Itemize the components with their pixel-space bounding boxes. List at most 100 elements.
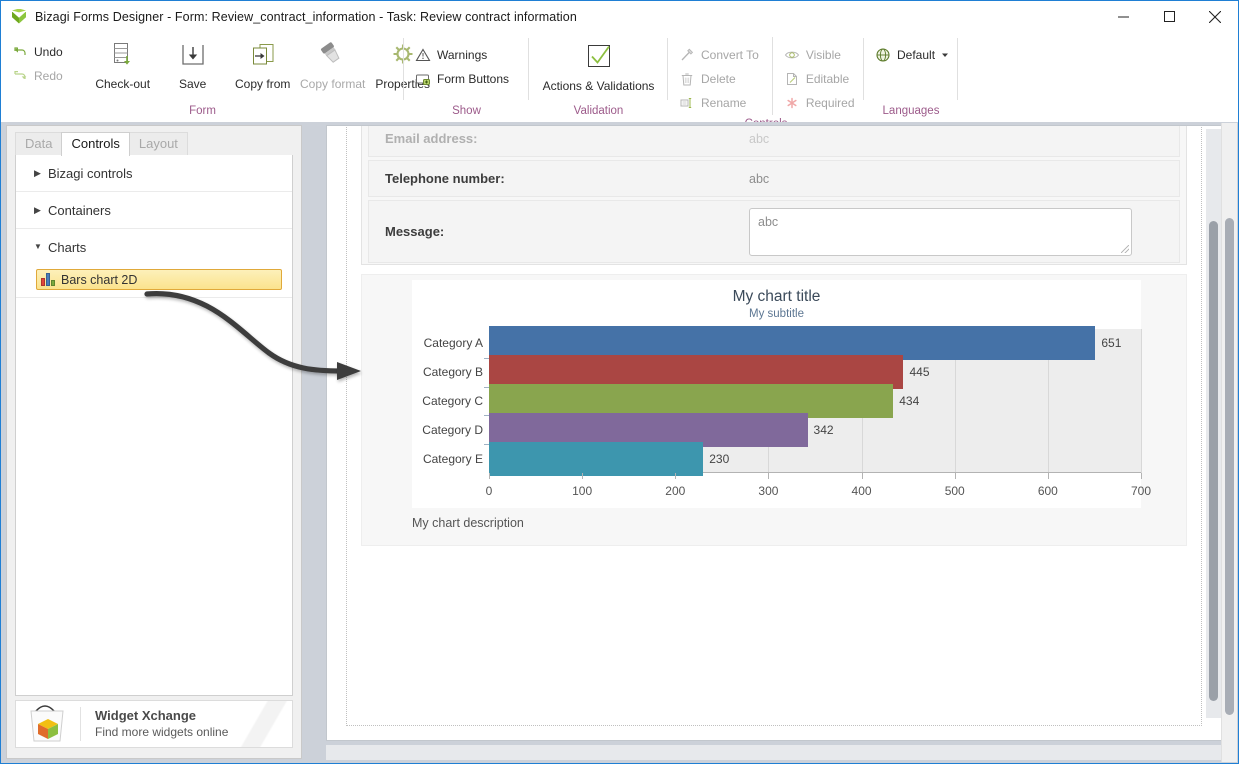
form-buttons-icon [416,74,430,85]
chart-x-tick-label: 700 [1130,484,1152,498]
actions-validations-label: Actions & Validations [542,79,655,93]
redo-icon [14,71,27,79]
save-button[interactable]: Save [158,37,228,92]
chart-x-tick-label: 0 [485,484,493,498]
chart-x-tick [489,473,490,479]
tab-layout[interactable]: Layout [128,132,188,155]
chart-x-tick [582,473,584,479]
form-fields-panel: Email address: abc Telephone number: abc… [361,126,1187,265]
tab-controls[interactable]: Controls [61,132,130,156]
copy-from-button[interactable]: Copy from [228,37,298,92]
rename-button[interactable]: Rename [676,91,766,115]
required-asterisk-icon [787,97,797,109]
form-buttons-button[interactable]: Form Buttons [412,67,516,91]
title-bar: Bizagi Forms Designer - Form: Review_con… [1,1,1238,32]
required-button[interactable]: Required [781,91,862,115]
form-row-message[interactable]: Message: abc [368,200,1180,263]
chart-x-tick [1141,473,1142,479]
undo-redo-column: Undo Redo [1,37,76,88]
bizagi-logo-icon [11,8,27,25]
form-row-email-address[interactable]: Email address: abc [368,126,1180,157]
form-designer-canvas[interactable]: Email address: abc Telephone number: abc… [326,125,1222,741]
copy-format-button[interactable]: Copy format [298,37,368,92]
ribbon-toolbar: Undo Redo Check-out Save Copy from Copy … [1,32,1238,130]
eye-icon [784,51,799,59]
tab-data[interactable]: Data [15,132,63,155]
chart-x-tick [675,473,677,479]
field-value: abc [749,131,770,146]
controls-tree: ▶ Bizagi controls ▶ Containers ▼ Charts … [15,155,293,696]
warnings-label: Warnings [437,48,488,62]
tree-group-containers[interactable]: ▶ Containers [16,192,292,229]
widget-xchange-subtitle: Find more widgets online [95,725,229,739]
chart-x-tick [768,473,770,479]
canvas-horizontal-scrollbar[interactable] [326,745,1222,760]
delete-label: Delete [701,72,736,86]
window-controls [1100,1,1238,32]
tree-group-charts[interactable]: ▼ Charts [16,229,292,265]
chart-x-tick-label: 100 [572,484,593,498]
close-icon[interactable] [1192,1,1238,32]
delete-button[interactable]: Delete [676,67,766,91]
chevron-down-icon [942,53,949,57]
field-label: Message: [385,224,445,239]
redo-label: Redo [34,69,63,83]
ribbon-group-languages-label: Languages [882,105,940,117]
redo-button[interactable]: Redo [9,64,70,88]
message-textarea[interactable]: abc [749,207,1132,256]
form-row-telephone-number[interactable]: Telephone number: abc [368,160,1180,197]
trash-icon [681,73,693,86]
editable-button[interactable]: Editable [781,67,862,91]
chart-x-tick-label: 400 [851,484,872,498]
window-vertical-scrollbar[interactable] [1221,123,1237,762]
copy-format-icon [320,42,340,63]
chart-bar-value-label: 651 [1101,336,1122,351]
save-icon [182,45,204,65]
copy-from-label: Copy from [235,77,291,91]
visible-button[interactable]: Visible [781,43,862,67]
bars-chart-2d-preview: My chart title My subtitle 651 Category A… [412,280,1151,508]
tree-group-label: Bizagi controls [48,165,133,181]
chart-bar [489,441,704,476]
convert-to-button[interactable]: Convert To [676,43,766,67]
globe-icon [876,48,890,62]
chart-x-tick-label: 500 [944,484,965,498]
canvas-vertical-scrollbar[interactable] [1206,129,1221,718]
tree-group-bizagi-controls[interactable]: ▶ Bizagi controls [16,155,292,192]
undo-button[interactable]: Undo [9,40,70,64]
check-out-button[interactable]: Check-out [88,37,158,92]
canvas-vertical-scroll-thumb[interactable] [1209,221,1218,701]
convert-to-icon [681,48,694,61]
chevron-down-icon: ▼ [34,242,42,251]
save-label: Save [179,77,207,91]
ribbon-group-controls: Convert To Delete Rename Visible Editabl… [668,32,864,130]
check-out-icon [113,43,130,65]
form-buttons-label: Form Buttons [437,72,510,86]
widget-xchange-title: Widget Xchange [95,708,197,723]
maximize-icon[interactable] [1146,1,1192,32]
tree-divider [16,297,292,298]
chart-widget-panel[interactable]: My chart title My subtitle 651 Category A… [361,274,1187,546]
actions-validations-button[interactable]: Actions & Validations [535,37,663,94]
chart-x-tick [861,473,863,479]
undo-label: Undo [34,45,63,59]
chart-bar-value-label: 342 [813,422,834,437]
field-value: abc [749,171,770,186]
chevron-right-icon: ▶ [34,167,41,178]
application-window: Bizagi Forms Designer - Form: Review_con… [0,0,1239,764]
window-vertical-scroll-thumb[interactable] [1225,218,1234,715]
tree-group-label: Containers [48,202,111,218]
minimize-icon[interactable] [1100,1,1146,32]
warnings-button[interactable]: Warnings [412,43,516,67]
chart-description: My chart description [412,516,524,530]
language-default-label: Default [897,48,936,62]
ribbon-group-form: Undo Redo Check-out Save Copy from Copy … [1,32,430,122]
undo-icon [14,47,26,55]
chart-subtitle: My subtitle [749,308,804,320]
language-default-dropdown[interactable]: Default [872,43,956,67]
ribbon-group-show: Warnings Form Buttons Show [404,32,529,122]
ribbon-group-validation: Actions & Validations Validation [529,32,668,122]
form-surface: Email address: abc Telephone number: abc… [346,126,1202,726]
widget-xchange-promo[interactable]: Widget Xchange Find more widgets online [15,700,293,748]
control-item-bars-chart-2d[interactable]: Bars chart 2D [36,269,282,290]
